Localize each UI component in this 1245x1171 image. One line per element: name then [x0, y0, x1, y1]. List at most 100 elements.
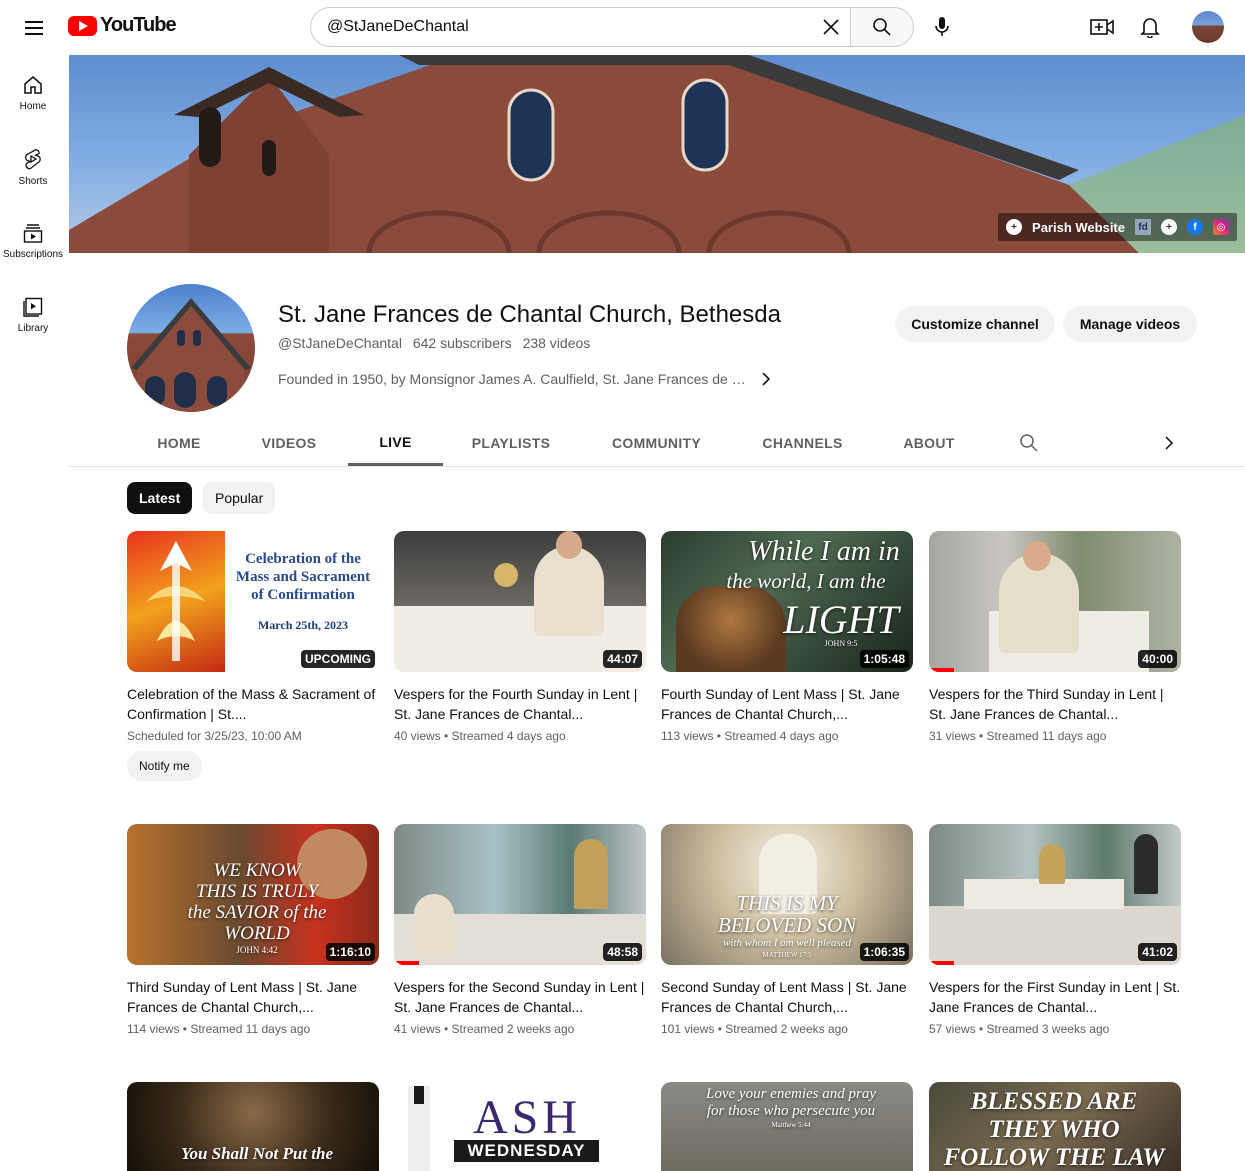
video-thumbnail[interactable]: You Shall Not Put the [127, 1082, 379, 1171]
video-meta: 31 views • Streamed 11 days ago [929, 729, 1107, 743]
tab-videos[interactable]: VIDEOS [239, 420, 339, 466]
duration-badge: 41:02 [1138, 943, 1177, 961]
thumb-text-line: THEY WHO [988, 1116, 1120, 1143]
banner-links: + Parish Website fd + f ◎ [998, 213, 1237, 241]
video-title[interactable]: Third Sunday of Lent Mass | St. Jane Fra… [127, 977, 379, 1017]
parish-website-link[interactable]: Parish Website [1032, 220, 1125, 235]
channel-description[interactable]: Founded in 1950, by Monsignor James A. C… [278, 367, 778, 391]
manage-videos-button[interactable]: Manage videos [1063, 306, 1197, 342]
video-card[interactable]: Celebration of the Mass and Sacrament of… [127, 531, 379, 781]
instagram-icon[interactable]: ◎ [1213, 219, 1229, 235]
watch-progress-bar [394, 961, 419, 965]
tab-playlists[interactable]: PLAYLISTS [453, 420, 569, 466]
youtube-logo[interactable]: YouTube [68, 14, 177, 37]
thumb-text-line: Celebration of the [245, 551, 361, 567]
video-meta: 114 views • Streamed 11 days ago [127, 1022, 311, 1036]
customize-channel-button[interactable]: Customize channel [895, 306, 1055, 342]
video-thumbnail[interactable]: WE KNOW THIS IS TRULY the SAVIOR of the … [127, 824, 379, 965]
video-card[interactable]: ASH WEDNESDAY [394, 1082, 646, 1171]
video-card[interactable]: 44:07 Vespers for the Fourth Sunday in L… [394, 531, 646, 743]
channel-tabs: HOME VIDEOS LIVE PLAYLISTS COMMUNITY CHA… [69, 420, 1245, 467]
video-title[interactable]: Vespers for the Fourth Sunday in Lent | … [394, 684, 646, 724]
video-card[interactable]: BLESSED ARE THEY WHO FOLLOW THE LAW [929, 1082, 1181, 1171]
video-card[interactable]: 40:00 Vespers for the Third Sunday in Le… [929, 531, 1181, 743]
video-thumbnail[interactable]: THIS IS MY BELOVED SON with whom I am we… [661, 824, 913, 965]
add-icon[interactable]: + [1161, 219, 1177, 235]
sidebar-item-shorts[interactable]: Shorts [0, 130, 66, 204]
video-meta: 113 views • Streamed 4 days ago [661, 729, 839, 743]
account-avatar[interactable] [1192, 11, 1224, 43]
thumb-text-line: Love your enemies and pray [706, 1086, 876, 1102]
video-title[interactable]: Vespers for the Third Sunday in Lent | S… [929, 684, 1181, 724]
video-title[interactable]: Celebration of the Mass & Sacrament of C… [127, 684, 379, 724]
tab-live[interactable]: LIVE [348, 420, 443, 466]
chip-latest[interactable]: Latest [127, 482, 193, 514]
tab-community[interactable]: COMMUNITY [594, 420, 719, 466]
video-thumbnail[interactable]: 40:00 [929, 531, 1181, 672]
thumb-text-line: FOLLOW THE LAW [943, 1144, 1165, 1171]
video-title[interactable]: Fourth Sunday of Lent Mass | St. Jane Fr… [661, 684, 913, 724]
logo-text: YouTube [100, 14, 177, 36]
guide-menu-button[interactable] [14, 8, 54, 48]
video-thumbnail[interactable]: BLESSED ARE THEY WHO FOLLOW THE LAW [929, 1082, 1181, 1171]
sidebar-item-home[interactable]: Home [0, 56, 66, 130]
create-video-button[interactable] [1082, 7, 1122, 47]
search-box[interactable] [310, 7, 851, 47]
video-card[interactable]: 48:58 Vespers for the Second Sunday in L… [394, 824, 646, 1036]
video-thumbnail[interactable]: While I am in the world, I am the LIGHT … [661, 531, 913, 672]
tab-search[interactable] [1009, 420, 1049, 466]
add-circle-icon: + [1006, 219, 1023, 235]
video-card[interactable]: THIS IS MY BELOVED SON with whom I am we… [661, 824, 913, 1036]
duration-badge: 1:16:10 [325, 943, 375, 961]
thumb-text-line: with whom I am well pleased [722, 937, 852, 949]
duration-badge: 44:07 [603, 650, 642, 668]
clear-search-icon[interactable] [811, 7, 851, 47]
upcoming-badge: UPCOMING [301, 650, 375, 668]
search-button[interactable] [850, 7, 914, 47]
thumb-text-line: WORLD [224, 923, 290, 944]
dove-flame-art [147, 541, 205, 661]
tab-channels[interactable]: CHANNELS [745, 420, 860, 466]
video-thumbnail[interactable]: ASH WEDNESDAY [394, 1082, 646, 1171]
video-card[interactable]: 41:02 Vespers for the First Sunday in Le… [929, 824, 1181, 1036]
facebook-icon[interactable]: f [1187, 219, 1203, 235]
search-input[interactable] [327, 18, 811, 36]
thumb-text-line: of Confirmation [251, 587, 355, 603]
sidebar-item-subscriptions[interactable]: Subscriptions [0, 204, 66, 278]
tab-home[interactable]: HOME [127, 420, 231, 466]
home-icon [24, 75, 42, 94]
video-thumbnail[interactable]: 48:58 [394, 824, 646, 965]
thumb-text-line: JOHN 4:42 [236, 945, 278, 955]
notify-me-button[interactable]: Notify me [127, 751, 202, 781]
video-card[interactable]: WE KNOW THIS IS TRULY the SAVIOR of the … [127, 824, 379, 1036]
channel-title: St. Jane Frances de Chantal Church, Beth… [278, 301, 781, 328]
video-create-icon [1090, 19, 1114, 35]
video-thumbnail[interactable]: Celebration of the Mass and Sacrament of… [127, 531, 379, 672]
sidebar-item-library[interactable]: Library [0, 278, 66, 352]
channel-avatar [127, 284, 255, 412]
video-card[interactable]: You Shall Not Put the [127, 1082, 379, 1171]
library-icon [23, 297, 43, 317]
video-thumbnail[interactable]: 44:07 [394, 531, 646, 672]
tab-about[interactable]: ABOUT [889, 420, 969, 466]
watch-progress-bar [929, 961, 954, 965]
notifications-button[interactable] [1130, 7, 1170, 47]
thumb-date: March 25th, 2023 [257, 618, 349, 632]
shorts-icon [25, 148, 41, 169]
voice-search-button[interactable] [922, 7, 962, 47]
video-meta: 40 views • Streamed 4 days ago [394, 729, 566, 743]
search-icon [1020, 434, 1038, 452]
video-meta: 101 views • Streamed 2 weeks ago [661, 1022, 848, 1036]
video-card[interactable]: Love your enemies and pray for those who… [661, 1082, 913, 1171]
video-title[interactable]: Vespers for the First Sunday in Lent | S… [929, 977, 1181, 1017]
video-title[interactable]: Second Sunday of Lent Mass | St. Jane Fr… [661, 977, 913, 1017]
video-thumbnail[interactable]: Love your enemies and pray for those who… [661, 1082, 913, 1171]
video-title[interactable]: Vespers for the Second Sunday in Lent | … [394, 977, 646, 1017]
chip-popular[interactable]: Popular [203, 482, 276, 514]
thumb-text-line: WE KNOW [213, 860, 301, 881]
video-card[interactable]: While I am in the world, I am the LIGHT … [661, 531, 913, 743]
fd-icon[interactable]: fd [1135, 219, 1151, 235]
duration-badge: 48:58 [603, 943, 642, 961]
tabs-scroll-right[interactable] [1149, 420, 1189, 466]
video-thumbnail[interactable]: 41:02 [929, 824, 1181, 965]
